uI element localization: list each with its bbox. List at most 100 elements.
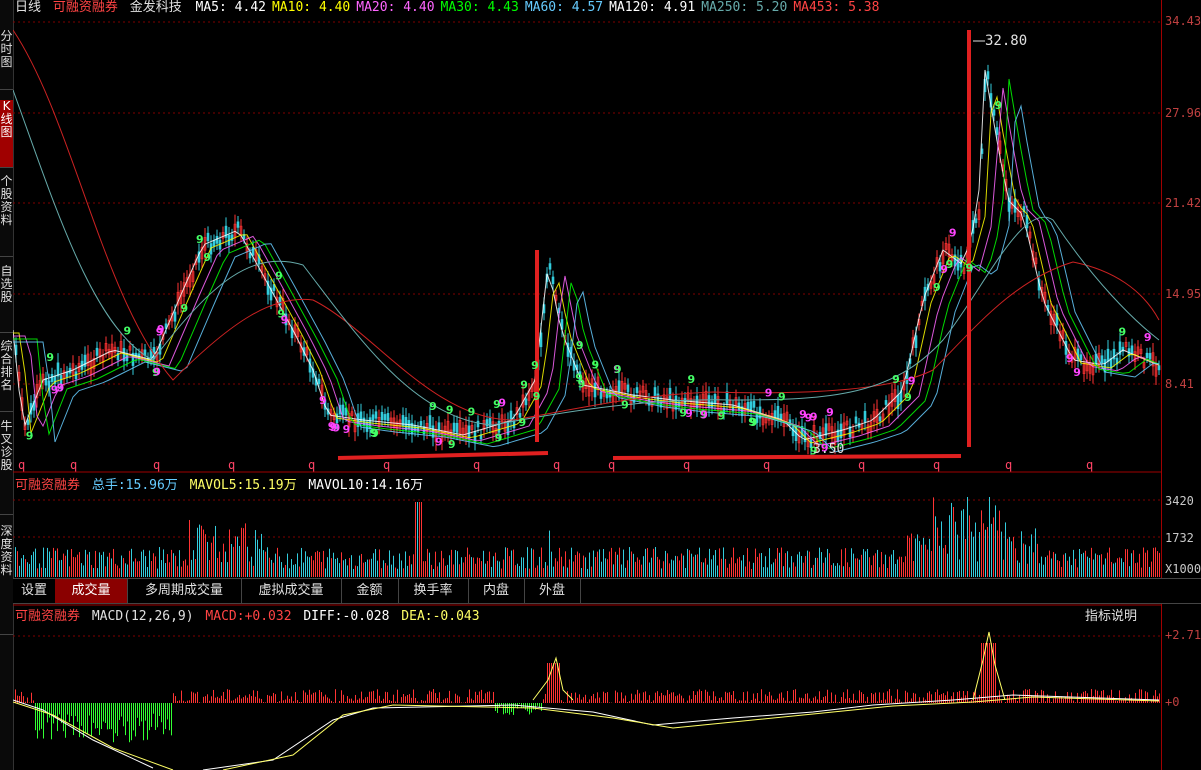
volume-bar <box>857 558 858 577</box>
volume-bar <box>37 568 38 577</box>
volume-bar <box>299 566 300 577</box>
macd-histogram-bar <box>271 696 272 703</box>
sidebar-tab-4[interactable]: 综合排名 <box>0 340 13 412</box>
volume-bar <box>185 559 186 577</box>
candle-body <box>776 405 780 420</box>
macd-histogram-bar <box>713 691 714 703</box>
volume-tab-4[interactable]: 金额 <box>341 579 399 603</box>
volume-tab-0[interactable]: 设置 <box>13 579 56 603</box>
macd-histogram-bar <box>769 691 770 703</box>
volume-bar <box>289 568 290 577</box>
volume-bar <box>1017 560 1018 577</box>
macd-histogram-bar <box>825 696 826 703</box>
macd-histogram-bar <box>981 643 982 703</box>
sidebar-tab-3[interactable]: 自选股 <box>0 265 13 333</box>
volume-bar <box>447 564 448 577</box>
indicator-help-link[interactable]: 指标说明 <box>1085 609 1137 625</box>
candle-body <box>668 387 672 400</box>
macd-histogram-bar <box>659 696 660 703</box>
macd-histogram-bar <box>989 643 990 703</box>
macd-dea-line <box>13 696 1160 770</box>
volume-bar <box>191 559 192 577</box>
ma-item-ma30: MA30: 4.43 <box>441 0 519 15</box>
signal-marker: 9 <box>319 394 327 407</box>
volume-bar <box>229 529 230 577</box>
macd-histogram-bar <box>667 690 668 703</box>
macd-histogram-bar <box>797 701 798 703</box>
period-label[interactable]: 日线 <box>15 0 41 15</box>
volume-bar <box>209 560 210 577</box>
volume-bar <box>1155 547 1156 577</box>
volume-tab-3[interactable]: 虚拟成交量 <box>241 579 342 603</box>
sidebar-tab-1[interactable]: K线图 <box>0 100 13 168</box>
macd-histogram-bar <box>159 703 160 717</box>
macd-histogram-bar <box>225 699 226 703</box>
macd-histogram-bar <box>173 693 174 703</box>
q-marker: q <box>1005 458 1012 472</box>
macd-histogram-bar <box>377 689 378 703</box>
candle-body <box>212 240 216 247</box>
volume-bar <box>851 548 852 577</box>
volume-bar <box>285 564 286 577</box>
candle-body <box>50 374 54 382</box>
volume-bar <box>127 564 128 577</box>
volume-bar <box>1151 561 1152 577</box>
volume-bar <box>193 550 194 577</box>
volume-bar <box>877 549 878 577</box>
volume-bar <box>1133 550 1134 577</box>
macd-histogram-bar <box>1065 696 1066 703</box>
signal-marker: 9 <box>275 269 283 282</box>
volume-tab-1[interactable]: 成交量 <box>55 579 128 603</box>
macd-histogram-bar <box>133 703 134 731</box>
volume-bar <box>1083 552 1084 577</box>
signal-marker: 9 <box>592 359 600 372</box>
macd-histogram-bar <box>943 693 944 703</box>
macd-histogram-bar <box>1093 695 1094 703</box>
macd-histogram-bar <box>183 700 184 703</box>
macd-histogram-bar <box>883 692 884 703</box>
signal-marker: 9 <box>498 396 506 409</box>
chart-area[interactable]: 9999999999999999999999999999999999999999… <box>13 0 1161 770</box>
macd-histogram-bar <box>89 703 90 716</box>
volume-bar <box>211 542 212 577</box>
volume-tab-2[interactable]: 多周期成交量 <box>127 579 242 603</box>
candle-body <box>524 398 528 406</box>
macd-histogram-bar <box>433 689 434 703</box>
volume-bar <box>979 532 980 577</box>
volume-bar <box>831 565 832 577</box>
low-price-annotation: 3.50 <box>813 442 845 457</box>
volume-bar <box>1069 556 1070 577</box>
candle-body <box>854 416 858 424</box>
candle-body <box>1130 345 1134 355</box>
volume-bar <box>909 537 910 577</box>
macd-histogram-bar <box>1067 692 1068 703</box>
sidebar-tab-6[interactable]: 深度资料 <box>0 525 13 635</box>
sidebar-tab-0[interactable]: 分时图 <box>0 30 13 90</box>
volume-bar <box>259 548 260 577</box>
macd-histogram-bar <box>127 703 128 722</box>
volume-bar <box>563 566 564 577</box>
volume-tab-5[interactable]: 换手率 <box>398 579 469 603</box>
sidebar-tab-2[interactable]: 个股资料 <box>0 175 13 257</box>
volume-tab-7[interactable]: 外盘 <box>524 579 581 603</box>
volume-bar <box>123 558 124 577</box>
macd-histogram-bar <box>579 694 580 703</box>
volume-bar <box>787 551 788 577</box>
macd-histogram-bar <box>563 701 564 703</box>
macd-histogram-bar <box>445 698 446 703</box>
volume-bar <box>413 554 414 577</box>
volume-bar <box>699 547 700 577</box>
volume-bar <box>731 557 732 577</box>
macd-histogram-bar <box>111 703 112 730</box>
macd-histogram-bar <box>765 694 766 703</box>
chart-canvas[interactable]: 9999999999999999999999999999999999999999… <box>13 0 1161 770</box>
candle-body <box>437 422 441 431</box>
macd-histogram-bar <box>157 703 158 728</box>
price-axis: 34.43 27.96 21.42 14.95 8.41 3420 1732 X1000 +2.… <box>1161 0 1201 770</box>
sidebar-tab-5[interactable]: 牛叉诊股 <box>0 420 13 515</box>
macd-histogram-bar <box>383 698 384 703</box>
signal-marker: 9 <box>533 390 541 403</box>
macd-histogram-bar <box>323 696 324 703</box>
price-tick-label: 8.41 <box>1165 377 1194 391</box>
volume-tab-6[interactable]: 内盘 <box>468 579 525 603</box>
